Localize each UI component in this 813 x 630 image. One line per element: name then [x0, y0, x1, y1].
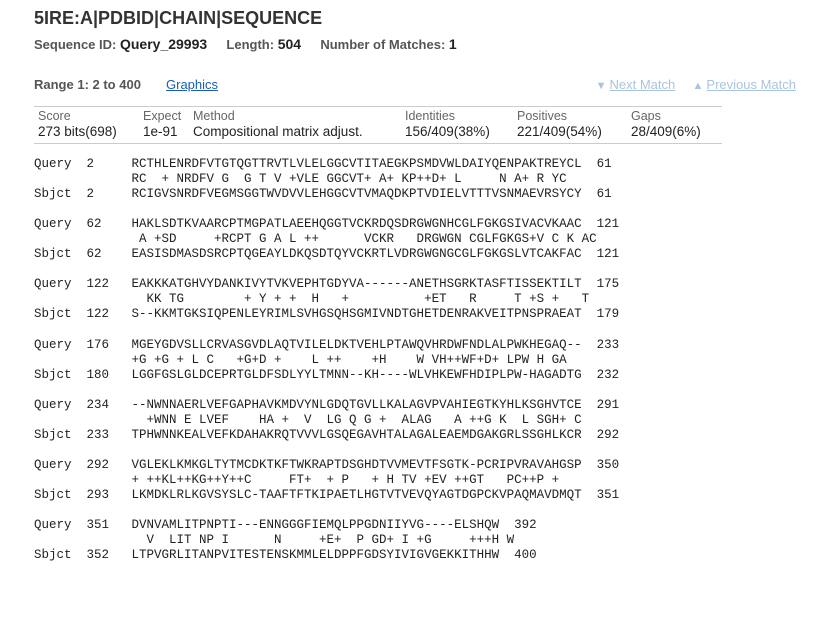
score-header: Score [38, 109, 71, 123]
method-column: Method Compositional matrix adjust. [193, 109, 363, 139]
alignment-block: Query 234 --NWNNAERLVEFGAPHAVKMDVYNLGDQT… [34, 398, 619, 443]
length-label: Length: [226, 37, 275, 52]
match-line: RC + NRDFV G G T V +VLE GGCVT+ A+ KP++D+… [34, 172, 567, 186]
score-value: 273 bits(698) [38, 124, 117, 139]
matches-value: 1 [448, 36, 457, 52]
match-line: A +SD +RCPT G A L ++ VCKR DRGWGN CGLFGKG… [34, 232, 597, 247]
sequence-title: 5IRE:A|PDBID|CHAIN|SEQUENCE [34, 8, 323, 28]
alignment-stats-table: Score 273 bits(698) Expect 1e-91 Method … [34, 106, 722, 144]
identities-header: Identities [405, 109, 456, 123]
query-line: Query 122 EAKKKATGHVYDANKIVYTVKVEPHTGDYV… [34, 277, 620, 292]
subject-line: Sbjct 2 RCIGVSNRDFVEGMSGGTWVDVVLEHGGCVTV… [34, 187, 612, 201]
subject-line: Sbjct 122 S--KKMTGKSIQPENLEYRIMLSVHGSQHS… [34, 307, 620, 322]
graphics-link[interactable]: Graphics [166, 77, 218, 92]
sequence-alignment: Query 2 RCTHLENRDFVTGTQGTTRVTLVLELGGCVTI… [34, 157, 619, 578]
triangle-up-icon: ▲ [692, 80, 704, 92]
gaps-header: Gaps [631, 109, 661, 123]
next-match-link[interactable]: Next Match [610, 77, 676, 92]
alignment-block: Query 292 VGLEKLKMKGLTYTMCDKTKFTWKRAPTDS… [34, 458, 619, 503]
method-header: Method [193, 109, 235, 123]
method-value: Compositional matrix adjust. [193, 124, 363, 139]
positives-header: Positives [517, 109, 568, 123]
sequence-id-value: Query_29993 [119, 36, 208, 52]
query-line: Query 2 RCTHLENRDFVTGTQGTTRVTLVLELGGCVTI… [34, 157, 612, 171]
identities-column: Identities 156/409(38%) [405, 109, 490, 139]
sequence-id-label: Sequence ID: [34, 37, 117, 52]
positives-column: Positives 221/409(54%) [517, 109, 602, 139]
expect-column: Expect 1e-91 [143, 109, 181, 139]
triangle-down-icon: ▼ [595, 80, 607, 92]
subject-line: Sbjct 293 LKMDKLRLKGVSYSLC-TAAFTFTKIPAET… [34, 487, 620, 502]
query-line: Query 292 VGLEKLKMKGLTYTMCDKTKFTWKRAPTDS… [34, 457, 620, 472]
length-value: 504 [277, 36, 302, 52]
subject-line: Sbjct 62 EASISDMASDSRCPTQGEAYLDKQSDTQYVC… [34, 247, 620, 262]
alignment-block: Query 351 DVNVAMLITPNPTI---ENNGGGFIEMQLP… [34, 518, 619, 563]
match-line: V LIT NP I N +E+ P GD+ I +G +++H W [34, 533, 515, 548]
alignment-block: Query 2 RCTHLENRDFVTGTQGTTRVTLVLELGGCVTI… [34, 157, 619, 202]
match-navigation: ▼ Next Match ▲ Previous Match [596, 77, 796, 92]
expect-value: 1e-91 [143, 124, 178, 139]
range-bar: Range 1: 2 to 400 Graphics ▼ Next Match ▲… [34, 77, 796, 95]
sequence-meta: Sequence ID: Query_29993 Length: 504 Num… [34, 36, 457, 52]
range-label: Range 1: 2 to 400 [34, 77, 141, 92]
query-line: Query 351 DVNVAMLITPNPTI---ENNGGGFIEMQLP… [34, 518, 537, 533]
query-line: Query 176 MGEYGDVSLLCRVASGVDLAQTVILELDKT… [34, 337, 620, 352]
subject-line: Sbjct 180 LGGFGSLGLDCEPRTGLDFSDLYYLTMNN-… [34, 367, 620, 382]
subject-line: Sbjct 352 LTPVGRLITANPVITESTENSKMMLELDPP… [34, 548, 537, 563]
match-line: +G +G + L C +G+D + L ++ +H W VH++WF+D+ L… [34, 352, 567, 367]
match-line: +WNN E LVEF HA + V LG Q G + ALAG A ++G K… [34, 412, 582, 427]
previous-match-link[interactable]: Previous Match [706, 77, 796, 92]
positives-value: 221/409(54%) [517, 124, 602, 139]
match-line: KK TG + Y + + H + +ET R T +S + T [34, 292, 590, 307]
match-line: + ++KL++KG++Y++C FT+ + P + H TV +EV ++GT… [34, 472, 560, 487]
query-line: Query 234 --NWNNAERLVEFGAPHAVKMDVYNLGDQT… [34, 397, 620, 412]
query-line: Query 62 HAKLSDTKVAARCPTMGPATLAEEHQGGTVC… [34, 217, 620, 232]
identities-value: 156/409(38%) [405, 124, 490, 139]
gaps-column: Gaps 28/409(6%) [631, 109, 701, 139]
matches-label: Number of Matches: [320, 37, 446, 52]
expect-header: Expect [143, 109, 182, 123]
alignment-block: Query 176 MGEYGDVSLLCRVASGVDLAQTVILELDKT… [34, 338, 619, 383]
score-column: Score 273 bits(698) [38, 109, 117, 139]
subject-line: Sbjct 233 TPHWNNKEALVEFKDAHAKRQTVVVLGSQE… [34, 427, 620, 442]
gaps-value: 28/409(6%) [631, 124, 701, 139]
alignment-block: Query 62 HAKLSDTKVAARCPTMGPATLAEEHQGGTVC… [34, 217, 619, 262]
alignment-block: Query 122 EAKKKATGHVYDANKIVYTVKVEPHTGDYV… [34, 277, 619, 322]
